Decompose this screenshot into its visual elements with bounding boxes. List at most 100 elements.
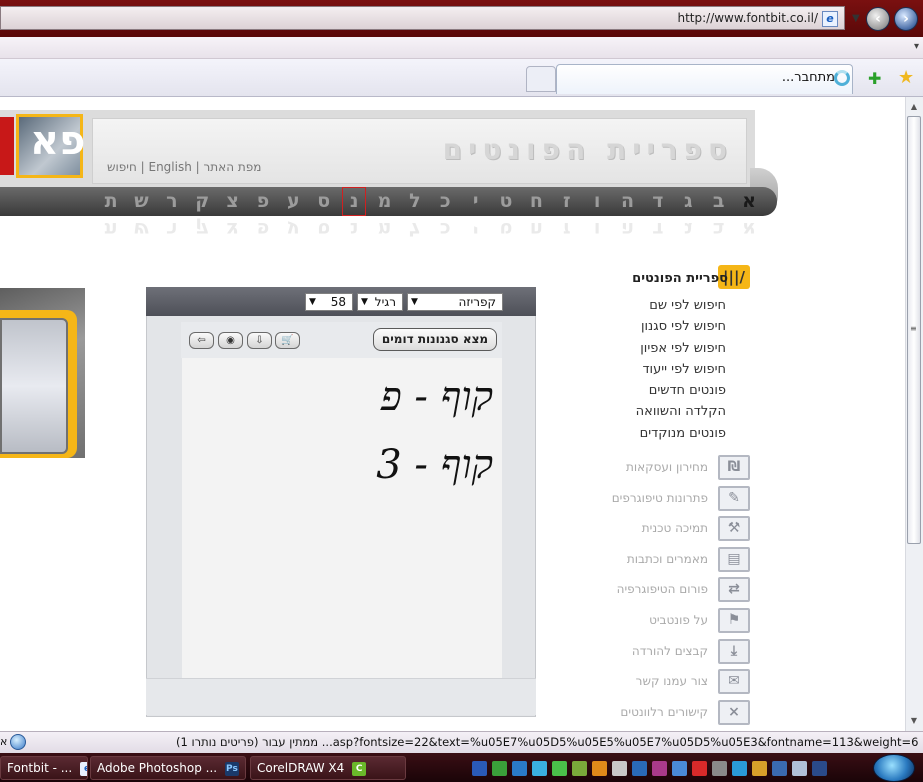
task-photoshop[interactable]: Adobe Photoshop ... Ps bbox=[90, 756, 246, 780]
alphabet-letter-reflection: ג bbox=[684, 218, 693, 240]
tray-app-icon[interactable] bbox=[632, 760, 647, 776]
tray-app-icon[interactable] bbox=[692, 760, 707, 776]
alphabet-letter[interactable]: ת bbox=[100, 188, 122, 215]
alphabet-letter[interactable]: ב bbox=[708, 188, 730, 215]
forward-button[interactable]: › bbox=[894, 7, 918, 31]
sidebar-section-item[interactable]: ⚒ תמיכה טכנית bbox=[600, 514, 752, 545]
back-arrow-icon[interactable]: ⇦ bbox=[189, 332, 214, 349]
new-tab-button[interactable] bbox=[526, 66, 556, 92]
sidebar-sections: ₪ מחירון ועסקאות ✎ פתרונות טיפוגרפים ⚒ תמיכה … bbox=[600, 453, 752, 728]
tray-app-icon[interactable] bbox=[592, 760, 607, 776]
sidebar-section-item[interactable]: ₪ מחירון ועסקאות bbox=[600, 453, 752, 484]
tray-app-icon[interactable] bbox=[492, 760, 507, 776]
tray-app-icon[interactable] bbox=[712, 760, 727, 776]
sidebar-section-item[interactable]: ✎ פתרונות טיפוגרפים bbox=[600, 484, 752, 515]
sidebar-section-item[interactable]: ▤ מאמרים וכתבות bbox=[600, 545, 752, 576]
favorites-star-icon[interactable]: ★ bbox=[898, 67, 914, 88]
alphabet-letter[interactable]: ח bbox=[525, 188, 547, 215]
book-icon: ▤ bbox=[718, 546, 750, 572]
tray-app-icon[interactable] bbox=[752, 760, 767, 776]
sidebar-link-by-name[interactable]: חיפוש לפי שם bbox=[636, 295, 726, 316]
menu-bar bbox=[0, 37, 923, 59]
alphabet-letter[interactable]: פ bbox=[252, 188, 274, 215]
task-label: CorelDRAW X4 bbox=[257, 761, 345, 775]
alphabet-letter[interactable]: ג bbox=[677, 188, 699, 215]
add-favorite-icon[interactable]: ✚ bbox=[868, 69, 881, 88]
loading-icon bbox=[834, 70, 850, 86]
menu-chevron-icon[interactable]: ▾ bbox=[914, 41, 919, 52]
alphabet-letter[interactable]: ר bbox=[161, 188, 183, 215]
tray-app-icon[interactable] bbox=[772, 760, 787, 776]
alphabet-letter[interactable]: ק bbox=[191, 188, 213, 215]
sidebar-link-by-feature[interactable]: חיפוש לפי אפיון bbox=[636, 338, 726, 359]
internet-zone-icon bbox=[10, 734, 26, 750]
tray-app-icon[interactable] bbox=[652, 760, 667, 776]
alphabet-letter-reflection: פ bbox=[256, 218, 270, 240]
tray-app-icon[interactable] bbox=[792, 760, 807, 776]
font-select[interactable]: קפריזה ▼ bbox=[407, 293, 503, 311]
scroll-up-icon[interactable]: ▲ bbox=[907, 99, 921, 115]
alphabet-letter[interactable]: י bbox=[465, 188, 487, 215]
tray-app-icon[interactable] bbox=[812, 760, 827, 776]
alphabet-reflection: אבגדהוזחטיכלמנסעפצקרשת bbox=[100, 216, 760, 240]
sidebar-link-by-style[interactable]: חיפוש לפי סגנון bbox=[636, 316, 726, 337]
tray-app-icon[interactable] bbox=[552, 760, 567, 776]
sidebar-section-label: מאמרים וכתבות bbox=[626, 551, 708, 566]
alphabet-letter[interactable]: כ bbox=[434, 188, 456, 215]
tray-app-icon[interactable] bbox=[512, 760, 527, 776]
sidebar-section-item[interactable]: ⚑ על פונטביט bbox=[600, 606, 752, 637]
task-fontbit[interactable]: Fontbit - ... e bbox=[0, 756, 88, 780]
sidebar-link-type-compare[interactable]: הקלדה והשוואה bbox=[636, 401, 726, 422]
tab-label[interactable]: מתחבר... bbox=[782, 70, 835, 85]
sidebar-section-item[interactable]: ✉ צור עמנו קשר bbox=[600, 667, 752, 698]
alphabet-letter[interactable]: מ bbox=[374, 188, 396, 215]
alphabet-letter[interactable]: ו bbox=[586, 188, 608, 215]
alphabet-letter[interactable]: נ bbox=[342, 187, 367, 216]
alphabet-letter[interactable]: ד bbox=[647, 188, 669, 215]
english-link[interactable]: English bbox=[148, 160, 191, 174]
alphabet-letter[interactable]: ס bbox=[313, 188, 335, 215]
promo-screen[interactable] bbox=[0, 318, 68, 454]
alphabet-letter[interactable]: ה bbox=[617, 188, 639, 215]
sidebar-section-item[interactable]: ⇄ פורום הטיפוגרפיה bbox=[600, 575, 752, 606]
alphabet-letter[interactable]: ז bbox=[556, 188, 578, 215]
tray-app-icon[interactable] bbox=[572, 760, 587, 776]
search-link[interactable]: חיפוש bbox=[107, 160, 137, 174]
tray-app-icon[interactable] bbox=[612, 760, 627, 776]
task-coreldraw[interactable]: CorelDRAW X4 C bbox=[250, 756, 406, 780]
alphabet-letter[interactable]: ש bbox=[131, 188, 153, 215]
sidebar-section-label: צור עמנו קשר bbox=[635, 674, 708, 689]
sidebar-link-niqqud-fonts[interactable]: פונטים מנוקדים bbox=[636, 423, 726, 444]
alphabet-letter[interactable]: ל bbox=[404, 188, 426, 215]
sidebar-section-item[interactable]: ⨯ קישורים רלוונטים bbox=[600, 698, 752, 729]
tray-app-icon[interactable] bbox=[732, 760, 747, 776]
tray-app-icon[interactable] bbox=[672, 760, 687, 776]
weight-select[interactable]: רגיל ▼ bbox=[357, 293, 403, 311]
sidebar-link-new-fonts[interactable]: פונטים חדשים bbox=[636, 380, 726, 401]
alphabet-letter[interactable]: א bbox=[738, 188, 760, 215]
alphabet-letter[interactable]: ע bbox=[282, 188, 304, 215]
scroll-down-icon[interactable]: ▼ bbox=[907, 713, 921, 729]
alphabet-letter[interactable]: צ bbox=[222, 188, 244, 215]
start-button[interactable] bbox=[873, 754, 915, 782]
find-similar-button[interactable]: מצא סגנונות דומים bbox=[373, 328, 497, 351]
cart-icon[interactable]: 🛒 bbox=[275, 332, 300, 349]
alphabet-letter-reflection: ע bbox=[287, 218, 300, 240]
alphabet-letter-reflection: ז bbox=[562, 218, 571, 240]
size-select[interactable]: 58 ▼ bbox=[305, 293, 353, 311]
sidebar-section-item[interactable]: ⤓ קבצים להורדה bbox=[600, 637, 752, 668]
ie-icon: e bbox=[80, 761, 87, 776]
alphabet-letter[interactable]: ט bbox=[495, 188, 517, 215]
alphabet-letter-reflection: ס bbox=[317, 218, 331, 240]
alphabet-letter-reflection: י bbox=[472, 218, 479, 240]
sitemap-link[interactable]: מפת האתר bbox=[204, 160, 262, 174]
tray-app-icon[interactable] bbox=[472, 760, 487, 776]
address-url[interactable]: http://www.fontbit.co.il/ bbox=[677, 11, 818, 25]
back-button[interactable]: ‹ bbox=[866, 7, 890, 31]
download-arrow-icon[interactable]: ⇩ bbox=[247, 332, 272, 349]
sidebar-link-by-purpose[interactable]: חיפוש לפי ייעוד bbox=[636, 359, 726, 380]
address-dropdown-icon[interactable]: ▼ bbox=[852, 13, 860, 24]
tray-app-icon[interactable] bbox=[532, 760, 547, 776]
eye-icon[interactable]: ◉ bbox=[218, 332, 243, 349]
wrench-icon: ⚒ bbox=[718, 516, 750, 542]
